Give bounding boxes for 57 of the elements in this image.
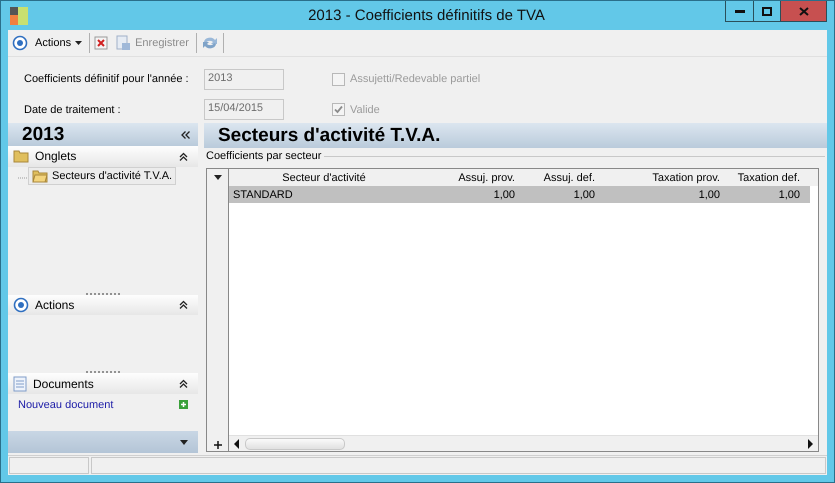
checkbox-label: Assujetti/Redevable partiel (350, 73, 480, 86)
collapse-icon[interactable] (179, 152, 188, 161)
open-folder-icon (32, 168, 48, 183)
sidebar-title: 2013 (22, 124, 66, 146)
tree-connector-line (18, 176, 30, 179)
date-label: Date de traitement : (24, 104, 122, 116)
column-header[interactable]: Assuj. prov. (419, 172, 519, 184)
document-icon (13, 376, 27, 392)
section-title: Actions (35, 298, 76, 312)
table-cell-text: 1,00 (572, 188, 596, 200)
date-field[interactable]: 15/04/2015 (204, 99, 284, 120)
year-label: Coefficients définitif pour l'année : (24, 73, 190, 86)
checkbox-label: Valide (350, 104, 380, 116)
maximize-icon (762, 6, 772, 16)
table-cell-text: 1,00 (492, 188, 516, 200)
scrollbar-thumb[interactable] (245, 438, 345, 450)
window-title: 2013 - Coefficients définitifs de TVA (307, 7, 546, 24)
target-icon (12, 35, 28, 51)
section-header[interactable]: Actions (8, 294, 198, 316)
scroll-left-icon[interactable] (233, 438, 241, 448)
table-cell-text: 1,00 (778, 188, 801, 200)
actions-menu[interactable]: Actions (32, 35, 86, 51)
minimize-icon (734, 10, 744, 12)
caret-icon (75, 41, 82, 45)
group-title: Coefficients par secteur (206, 150, 322, 162)
collapse-sidebar-icon[interactable] (181, 130, 190, 139)
table-cell-text: STANDARD (232, 188, 294, 200)
section-title: Documents (33, 376, 95, 391)
collapse-icon[interactable] (179, 379, 188, 388)
caret-icon[interactable] (214, 175, 222, 180)
folder-icon (13, 149, 29, 164)
collapse-icon[interactable] (179, 300, 188, 310)
splitter-grip-icon[interactable] (86, 371, 120, 374)
column-header[interactable]: Taxation def. (724, 172, 804, 184)
close-button[interactable] (780, 1, 826, 21)
target-icon (13, 296, 29, 313)
caret-icon[interactable] (180, 440, 188, 444)
add-row-icon[interactable] (214, 441, 222, 449)
tree-item[interactable]: Secteurs d'activité T.V.A. (28, 166, 176, 185)
content-title: Secteurs d'activité T.V.A. (218, 124, 440, 146)
save-icon (115, 35, 132, 51)
scroll-right-icon[interactable] (806, 438, 814, 448)
add-icon[interactable] (179, 400, 188, 410)
section-title: Onglets (35, 149, 78, 164)
section-header[interactable]: Onglets (8, 146, 198, 167)
close-icon (798, 6, 808, 16)
column-header[interactable]: Taxation prov. (599, 172, 724, 184)
section-header[interactable]: Documents (8, 373, 198, 394)
table-cell-text: 1,00 (698, 188, 721, 200)
year-field[interactable]: 2013 (204, 68, 284, 90)
app-icon (10, 7, 28, 25)
splitter-grip-icon[interactable] (86, 292, 120, 295)
delete-icon[interactable] (94, 36, 108, 50)
column-header[interactable]: Secteur d'activité (229, 172, 419, 184)
column-header[interactable]: Assuj. def. (519, 172, 599, 184)
table-row[interactable]: STANDARD 1,00 1,00 1,00 1,00 (229, 186, 810, 203)
new-document-link[interactable]: Nouveau document (18, 398, 114, 411)
